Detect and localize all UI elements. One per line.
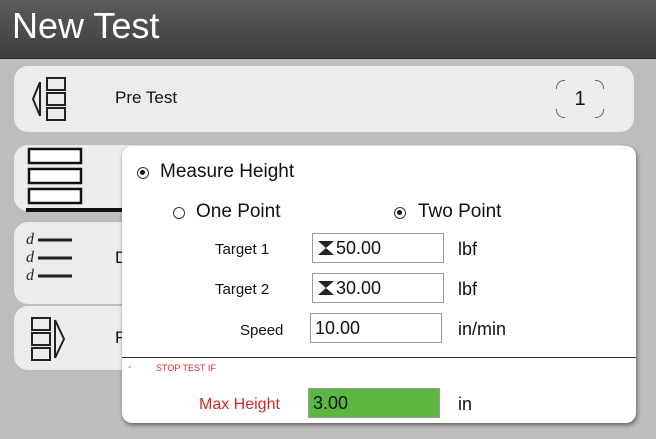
measure-height-label: Measure Height [160,161,295,182]
target1-unit: lbf [458,239,478,259]
target1-value: 50.00 [336,238,382,258]
speed-unit: in/min [458,319,507,339]
target2-value: 30.00 [336,278,382,298]
svg-text:d: d [26,231,35,248]
data-icon: d d d [26,231,72,284]
target2-unit: lbf [458,279,478,299]
hourglass-icon [318,241,334,255]
two-point-radio[interactable] [394,207,406,219]
target1-input[interactable]: 50.00 [312,233,444,263]
badge-corner [556,109,565,118]
target2-label: Target 2 [215,281,270,298]
target2-input[interactable]: 30.00 [312,273,444,303]
step-card-pre-test[interactable]: Pre Test 1 [14,66,634,132]
hourglass-icon [318,281,334,295]
speed-label: Speed [240,322,284,339]
step-count-badge[interactable]: 1 [554,78,606,120]
svg-text:d: d [26,267,35,284]
title-bar: New Test [0,0,656,59]
max-height-value: 3.00 [313,393,349,413]
measure-height-radio[interactable] [137,167,149,179]
max-height-input[interactable]: 3.00 [308,388,440,418]
measure-height-icon [26,147,126,212]
one-point-radio[interactable] [173,207,185,219]
target1-label: Target 1 [215,241,270,258]
one-point-label: One Point [196,201,281,222]
max-height-label: Max Height [199,396,280,413]
stop-test-header: STOP TEST IF [156,363,216,373]
badge-corner [595,80,604,89]
pre-test-icon [31,77,66,121]
max-height-unit: in [458,394,473,414]
two-point-label: Two Point [418,201,502,222]
step-count-value: 1 [574,88,586,110]
badge-corner [595,109,604,118]
window-title: New Test [12,5,160,46]
svg-text:d: d [26,249,35,266]
badge-corner [556,80,565,89]
step-label-pre-test: Pre Test [115,88,178,107]
section-divider [122,357,636,358]
speed-value: 10.00 [315,318,361,338]
stop-test-dash: - [128,362,132,373]
post-test-icon [31,317,66,361]
measure-height-popup: Measure Height One Point Two Point Targe… [122,146,636,423]
speed-input[interactable]: 10.00 [310,313,442,343]
